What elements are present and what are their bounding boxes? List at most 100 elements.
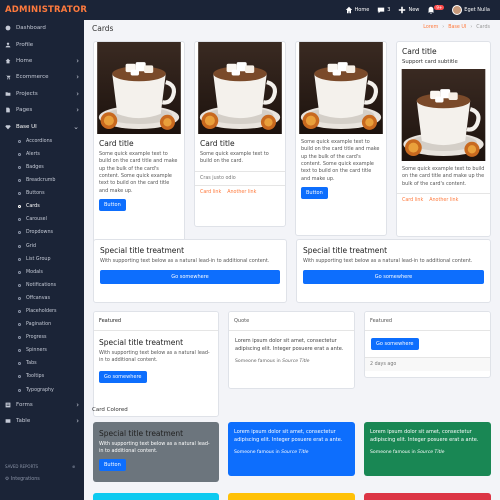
colored-card-danger — [364, 493, 491, 500]
card-text: Some quick example text to build on the … — [200, 151, 269, 165]
sidebar-subitem-placeholders[interactable]: Placeholders — [0, 305, 84, 318]
home-link[interactable]: Home — [345, 6, 370, 14]
plus-icon — [399, 6, 406, 14]
user-name: Eget Nulla — [464, 7, 490, 13]
breadcrumb-item[interactable]: Lorem — [423, 25, 438, 30]
sidebar-subitem-carousel[interactable]: Carousel — [0, 213, 84, 226]
card-link[interactable]: Card link — [200, 190, 221, 195]
go-somewhere-button[interactable]: Go somewhere — [371, 338, 419, 350]
main-content: Cards Lorem › Base UI › Cards Card title S… — [84, 20, 500, 500]
home-icon — [345, 6, 352, 14]
sidebar-subitem-modals[interactable]: Modals — [0, 266, 84, 279]
circle-icon — [18, 349, 21, 353]
sidebar-item-dashboard[interactable]: Dashboard — [0, 20, 84, 36]
sidebar-subitem-label: Notifications — [26, 282, 57, 288]
blockquote-text: Lorem ipsum dolor sit amet, consectetur … — [235, 338, 344, 352]
integrations-link[interactable]: ⚙ Integrations — [5, 477, 40, 482]
sidebar-subitem-notifications[interactable]: Notifications — [0, 279, 84, 292]
sidebar-subitem-tabs[interactable]: Tabs — [0, 357, 84, 370]
blockquote-footer: Someone famous in Source Title — [370, 450, 485, 455]
sidebar-subitem-label: Tabs — [26, 361, 37, 367]
home-label: Home — [354, 7, 370, 13]
another-link[interactable]: Another link — [429, 198, 458, 203]
sidebar-subitem-typography[interactable]: Typography — [0, 384, 84, 397]
sidebar-subitem-spinners[interactable]: Spinners — [0, 344, 84, 357]
sidebar-subitem-label: Cards — [26, 204, 40, 210]
breadcrumb-current: Cards — [476, 25, 490, 30]
folder-icon — [5, 91, 11, 96]
sidebar-subitem-label: Offcanvas — [26, 295, 50, 301]
go-somewhere-button[interactable]: Go somewhere — [100, 270, 280, 285]
sidebar-subitem-badges[interactable]: Badges — [0, 161, 84, 174]
sidebar-subitem-grid[interactable]: Grid — [0, 239, 84, 252]
sidebar-subitem-tooltips[interactable]: Tooltips — [0, 370, 84, 383]
sidebar-item-home[interactable]: Home › — [0, 53, 84, 69]
sidebar-item-profile[interactable]: Profile — [0, 36, 84, 52]
sidebar-subitem-cards[interactable]: Cards — [0, 200, 84, 213]
sidebar-subitem-label: Buttons — [26, 191, 45, 197]
quote-source-title: Source Title — [282, 359, 310, 364]
circle-icon — [18, 270, 21, 274]
card-button[interactable]: Button — [301, 187, 328, 200]
sidebar-subitem-label: Breadcrumb — [26, 178, 56, 184]
sidebar-subitem-dropdowns[interactable]: Dropdowns — [0, 226, 84, 239]
circle-icon — [18, 244, 21, 248]
circle-icon — [18, 336, 21, 340]
special-card-left: Special title treatment With supporting … — [93, 239, 287, 303]
card-image — [296, 42, 386, 134]
sidebar-item-projects[interactable]: Projects › — [0, 86, 84, 102]
card-link[interactable]: Card link — [402, 198, 423, 203]
user-icon — [5, 42, 11, 47]
sidebar-item-forms[interactable]: Forms › — [0, 397, 84, 413]
card-button[interactable]: Button — [99, 458, 126, 471]
card-image — [397, 69, 490, 161]
sidebar-item-label: Profile — [16, 41, 34, 48]
top-navbar: ADMINISTRATOR Home 3 New 9+ Eget Nulla — [0, 0, 500, 20]
list-item: Cras justo odio — [195, 170, 285, 185]
colored-card-secondary: Special title treatment With supporting … — [93, 422, 219, 482]
sidebar-item-label: Table — [16, 418, 31, 425]
sidebar-subitem-label: Carousel — [26, 217, 47, 223]
sidebar-item-base-ui[interactable]: Base UI ⌄ — [0, 118, 84, 134]
brand-logo[interactable]: ADMINISTRATOR — [0, 5, 87, 15]
card-text: Some quick example text to build on the … — [99, 151, 178, 194]
new-button[interactable]: New — [398, 6, 419, 14]
sidebar-item-table[interactable]: Table › — [0, 413, 84, 429]
sidebar-subitem-pagination[interactable]: Pagination — [0, 318, 84, 331]
sidebar-subitem-accordions[interactable]: Accordions — [0, 135, 84, 148]
go-somewhere-button[interactable]: Go somewhere — [303, 270, 484, 285]
sidebar-item-ecommerce[interactable]: Ecommerce › — [0, 69, 84, 85]
card-button[interactable]: Button — [99, 199, 126, 212]
another-link[interactable]: Another link — [227, 190, 256, 195]
sidebar-item-pages[interactable]: Pages › — [0, 102, 84, 118]
circle-icon — [18, 375, 21, 379]
sidebar-subitem-progress[interactable]: Progress — [0, 331, 84, 344]
breadcrumb-item[interactable]: Base UI — [448, 25, 466, 30]
chevron-right-icon: › — [76, 417, 79, 426]
sidebar-subitem-label: Dropdowns — [26, 230, 53, 236]
card-title: Special title treatment — [99, 429, 184, 438]
add-report-icon[interactable]: ⊕ — [72, 464, 75, 469]
avatar — [452, 5, 463, 15]
new-label: New — [408, 7, 420, 13]
breadcrumb: Lorem › Base UI › Cards — [423, 25, 490, 30]
card-header: Featured — [94, 312, 218, 331]
quote-source: Someone famous in — [235, 359, 283, 364]
sidebar-item-label: Dashboard — [16, 25, 46, 32]
circle-icon — [18, 205, 21, 209]
gem-icon — [5, 124, 11, 129]
user-menu[interactable]: Eget Nulla — [452, 5, 490, 15]
card-title: Card title — [200, 139, 235, 148]
section-title: Card Colored — [92, 407, 128, 413]
card-text: With supporting text below as a natural … — [303, 258, 473, 264]
go-somewhere-button[interactable]: Go somewhere — [99, 370, 147, 383]
sidebar-subitem-offcanvas[interactable]: Offcanvas — [0, 292, 84, 305]
sidebar-subitem-buttons[interactable]: Buttons — [0, 187, 84, 200]
sidebar-subitem-breadcrumb[interactable]: Breadcrumb — [0, 174, 84, 187]
sidebar-subitem-list-group[interactable]: List Group — [0, 253, 84, 266]
card-image — [94, 42, 184, 134]
notifications-button[interactable]: 9+ — [427, 4, 445, 14]
sidebar-subitem-alerts[interactable]: Alerts — [0, 148, 84, 161]
messages-button[interactable]: 3 — [377, 6, 390, 14]
chevron-right-icon: › — [76, 400, 79, 409]
